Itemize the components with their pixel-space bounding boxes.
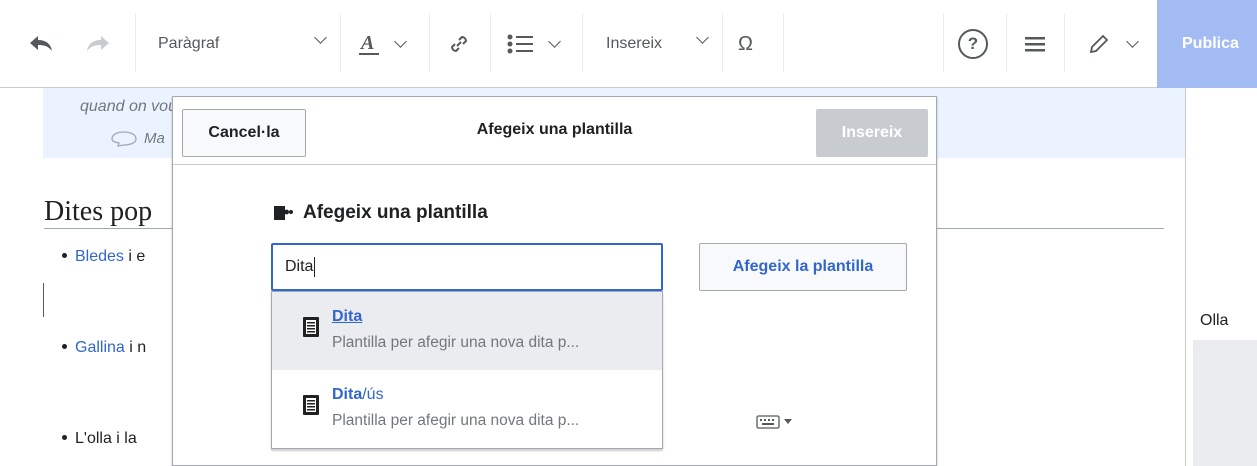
- chevron-down-icon: [696, 31, 709, 44]
- suggestion-description: Plantilla per afegir una nova dita p...: [332, 412, 580, 429]
- chevron-down-icon: [548, 35, 561, 48]
- text-style-dropdown[interactable]: A: [358, 0, 407, 88]
- keyboard-icon: [756, 415, 780, 429]
- link-icon: [450, 35, 468, 53]
- caret-down-icon: [784, 419, 792, 424]
- add-template-button[interactable]: Afegeix la plantilla: [699, 243, 907, 291]
- pencil-icon: [1089, 34, 1109, 54]
- help-icon: ?: [958, 29, 988, 59]
- quote-source-label: Ma: [144, 130, 165, 147]
- chevron-down-icon: [1126, 35, 1139, 48]
- section-heading: Dites pop: [44, 196, 153, 227]
- menu-icon: [1025, 37, 1045, 52]
- bullet-list-icon: [507, 34, 533, 54]
- undo-icon: [30, 36, 52, 51]
- list-item: Bledes i e: [62, 248, 145, 266]
- suggestion-item[interactable]: Dita Plantilla per afegir una nova dita …: [272, 292, 662, 370]
- template-icon: [303, 395, 319, 415]
- redo-icon: [87, 36, 109, 51]
- edit-mode-dropdown[interactable]: [1088, 0, 1139, 88]
- template-search-value: Dita: [285, 258, 314, 275]
- text-cursor: [43, 283, 44, 317]
- insert-dropdown[interactable]: Insereix: [606, 0, 716, 88]
- suggestion-title: Dita/ús: [332, 386, 384, 403]
- template-suggestions: Dita Plantilla per afegir una nova dita …: [271, 291, 663, 449]
- list-item-link[interactable]: Bledes: [75, 248, 124, 265]
- section-title: Afegeix una plantilla: [273, 202, 488, 224]
- quote-source: Ma: [110, 130, 165, 147]
- insert-button[interactable]: Insereix: [816, 109, 928, 157]
- undo-button[interactable]: [28, 0, 54, 88]
- input-method-selector[interactable]: [756, 415, 792, 429]
- insert-menu-label: Insereix: [606, 35, 663, 52]
- suggestion-title: Dita: [332, 308, 363, 325]
- page-options-button[interactable]: [1024, 0, 1046, 88]
- editor-toolbar: Paràgraf A Insereix Ω ? Publica: [0, 0, 1257, 88]
- link-button[interactable]: [446, 0, 472, 88]
- list-item: Gallina i n: [62, 339, 146, 357]
- suggestion-description: Plantilla per afegir una nova dita p...: [332, 334, 580, 351]
- list-item: L'olla i la: [62, 430, 137, 448]
- list-dropdown[interactable]: [506, 0, 561, 88]
- paragraph-format-label: Paràgraf: [158, 35, 220, 52]
- add-template-dialog: Cancel·la Afegeix una plantilla Insereix…: [172, 96, 937, 466]
- dialog-header: Cancel·la Afegeix una plantilla Insereix: [173, 97, 936, 165]
- side-panel-text: Olla: [1200, 312, 1229, 329]
- omega-icon: Ω: [738, 32, 753, 55]
- template-search-input[interactable]: Dita: [271, 243, 663, 291]
- chevron-down-icon: [314, 31, 327, 44]
- side-panel-box: [1193, 340, 1257, 466]
- paragraph-format-dropdown[interactable]: Paràgraf: [158, 0, 328, 88]
- help-button[interactable]: ?: [958, 0, 988, 88]
- chevron-down-icon: [394, 35, 407, 48]
- special-character-button[interactable]: Ω: [738, 0, 753, 88]
- svg-text:A: A: [359, 32, 374, 54]
- speech-bubble-icon: [111, 130, 137, 147]
- publish-button[interactable]: Publica: [1157, 0, 1257, 88]
- text-style-icon: A: [359, 32, 379, 55]
- puzzle-piece-icon: [274, 206, 293, 220]
- template-icon: [303, 317, 319, 337]
- text-caret: [314, 257, 316, 277]
- suggestion-item[interactable]: Dita/ús Plantilla per afegir una nova di…: [272, 370, 662, 448]
- redo-button[interactable]: [85, 0, 111, 88]
- list-item-link[interactable]: Gallina: [75, 339, 125, 356]
- section-title-label: Afegeix una plantilla: [303, 202, 488, 223]
